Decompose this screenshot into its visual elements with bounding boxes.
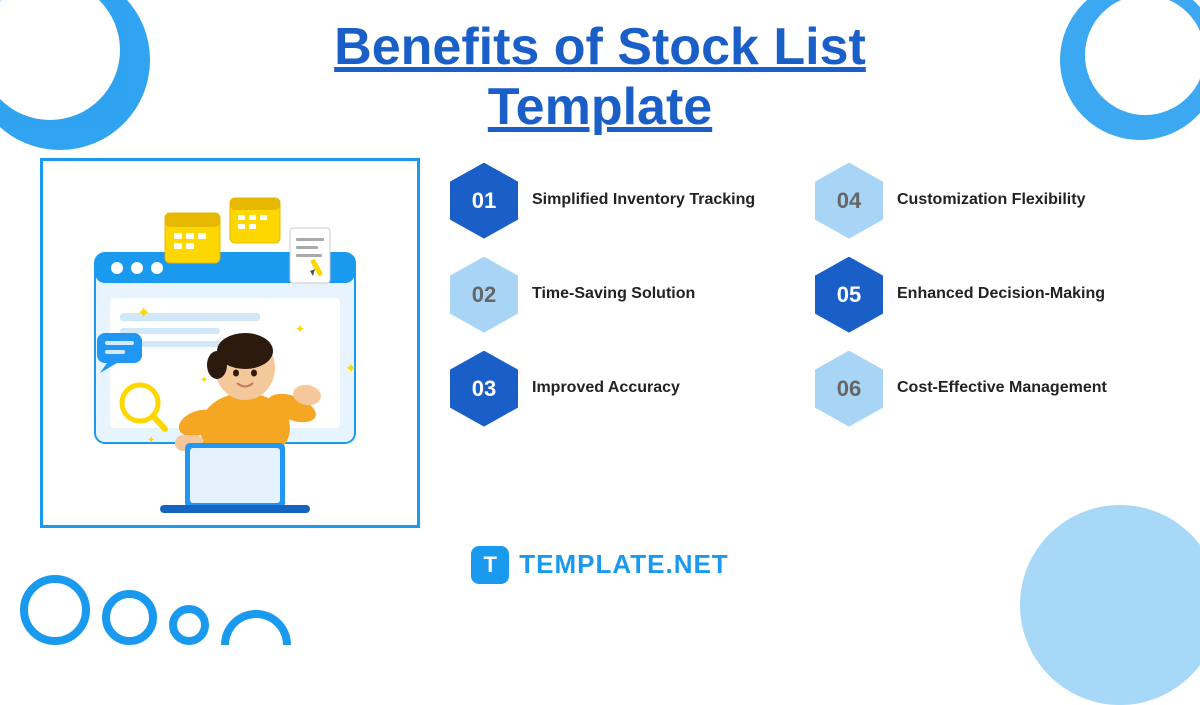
benefit-item-05: 05 Enhanced Decision-Making (815, 257, 1160, 333)
hexagon-04: 04 (815, 163, 883, 239)
page-header: Benefits of Stock List Template (0, 0, 1200, 148)
svg-text:✦: ✦ (200, 375, 208, 386)
hex-number-02: 02 (472, 282, 496, 308)
benefit-label-02: Time-Saving Solution (532, 284, 695, 305)
svg-text:✦: ✦ (137, 305, 150, 322)
benefit-item-02: 02 Time-Saving Solution (450, 257, 795, 333)
corner-decoration-bl (20, 575, 291, 645)
logo-text: TEMPLATE.NET (519, 549, 728, 580)
benefit-label-05: Enhanced Decision-Making (897, 284, 1105, 305)
benefit-item-06: 06 Cost-Effective Management (815, 351, 1160, 427)
hex-number-04: 04 (837, 188, 861, 214)
svg-text:✦: ✦ (345, 360, 357, 376)
hexagon-02: 02 (450, 257, 518, 333)
hex-number-03: 03 (472, 376, 496, 402)
svg-text:✦: ✦ (147, 435, 155, 446)
logo-icon: T (471, 546, 509, 584)
hex-number-01: 01 (472, 188, 496, 214)
benefit-label-06: Cost-Effective Management (897, 378, 1107, 399)
hex-number-06: 06 (837, 376, 861, 402)
hexagon-06: 06 (815, 351, 883, 427)
benefit-item-01: 01 Simplified Inventory Tracking (450, 163, 795, 239)
benefit-label-04: Customization Flexibility (897, 190, 1085, 211)
benefit-item-03: 03 Improved Accuracy (450, 351, 795, 427)
benefit-label-01: Simplified Inventory Tracking (532, 190, 755, 211)
hexagon-01: 01 (450, 163, 518, 239)
svg-text:✦: ✦ (295, 322, 305, 336)
benefits-grid: 01 Simplified Inventory Tracking 04 Customi… (450, 158, 1160, 427)
main-title: Benefits of Stock List Template (0, 18, 1200, 138)
illustration-box: ✦ ✦ ✦ ✦ ✦ (40, 158, 420, 528)
main-content: ✦ ✦ ✦ ✦ ✦ 01 Simplified Inventory Trackin… (0, 148, 1200, 538)
hexagon-03: 03 (450, 351, 518, 427)
hexagon-05: 05 (815, 257, 883, 333)
benefit-label-03: Improved Accuracy (532, 378, 680, 399)
benefit-item-04: 04 Customization Flexibility (815, 163, 1160, 239)
hex-number-05: 05 (837, 282, 861, 308)
corner-decoration-br (1020, 505, 1200, 705)
